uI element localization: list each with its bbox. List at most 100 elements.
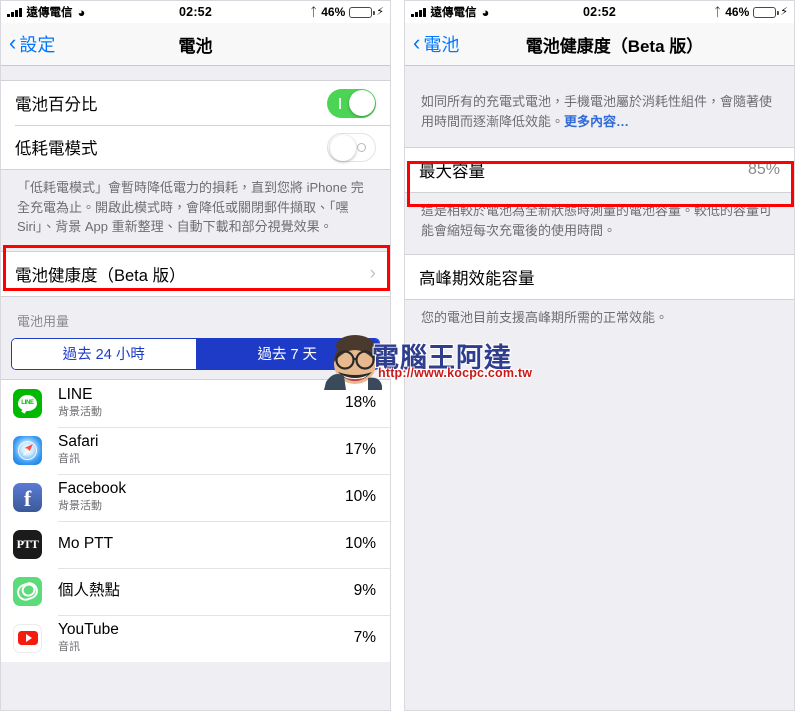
app-battery-percent: 10%	[344, 488, 376, 505]
row-peak-performance: 高峰期效能容量	[405, 255, 794, 299]
list-item[interactable]: 個人熱點 9%	[1, 567, 390, 615]
segment-last-24-hours[interactable]: 過去 24 小時	[12, 338, 196, 369]
app-battery-percent: 10%	[344, 535, 376, 552]
battery-icon	[349, 6, 375, 18]
page-title-battery-health: 電池健康度（Beta 版）	[525, 36, 704, 56]
row-label-peak-performance: 高峰期效能容量	[419, 270, 535, 288]
app-battery-percent: 18%	[344, 394, 376, 411]
status-bar-right-group: ᛏ 46% ⚡	[616, 5, 788, 19]
low-power-mode-note: 「低耗電模式」會暫時降低電力的損耗，直到您將 iPhone 完全充電為止。開啟此…	[17, 180, 364, 234]
nav-bar-left: ‹ 設定 電池	[1, 23, 390, 66]
chevron-left-icon: ‹	[413, 30, 421, 55]
app-text-group: Facebook 背景活動	[58, 480, 345, 513]
app-subtitle: 背景活動	[58, 500, 102, 513]
lightning-bolt-icon: ⚡	[780, 5, 789, 18]
battery-percent-label: 46%	[725, 5, 750, 19]
back-button-settings[interactable]: ‹ 設定	[1, 31, 55, 57]
battery-settings-screen: 遠傳電信 ◕ 02:52 ᛏ 46% ⚡ ‹ 設定 電池 電池百分比 低耗電模式…	[0, 0, 391, 711]
app-subtitle: 音訊	[58, 641, 80, 654]
top-spacer	[405, 66, 794, 84]
facebook-icon: f	[13, 482, 42, 512]
cellular-signal-icon	[7, 7, 22, 17]
app-subtitle: 背景活動	[58, 406, 102, 419]
clock-label: 02:52	[179, 5, 212, 19]
status-bar-left: 遠傳電信 ◕ 02:52 ᛏ 46% ⚡	[1, 1, 390, 23]
row-label-low-power-mode: 低耗電模式	[15, 140, 98, 158]
toggle-low-power-mode[interactable]	[327, 132, 376, 162]
chevron-left-icon: ‹	[9, 30, 17, 55]
app-battery-percent: 7%	[353, 629, 376, 646]
carrier-label: 遠傳電信	[430, 7, 477, 19]
bluetooth-icon: ᛏ	[310, 5, 318, 19]
app-name: Facebook	[58, 480, 127, 498]
screenshot-root: 遠傳電信 ◕ 02:52 ᛏ 46% ⚡ ‹ 設定 電池 電池百分比 低耗電模式…	[0, 0, 800, 711]
battery-content: 電池百分比 低耗電模式 「低耗電模式」會暫時降低電力的損耗，直到您將 iPhon…	[1, 66, 390, 710]
app-text-group: Mo PTT	[58, 535, 345, 554]
app-subtitle: 音訊	[58, 453, 80, 466]
learn-more-link[interactable]: 更多內容…	[564, 114, 629, 129]
cellular-signal-icon	[411, 7, 426, 17]
wifi-icon: ◕	[481, 4, 490, 20]
row-battery-percentage[interactable]: 電池百分比	[1, 81, 390, 125]
max-capacity-note: 這是相較於電池為全新狀態時測量的電池容量。較低的容量可能會縮短每次充電後的使用時…	[421, 203, 773, 238]
hotspot-icon	[13, 576, 42, 606]
app-name: Safari	[58, 433, 99, 451]
line-icon: LINE	[13, 388, 42, 418]
list-item[interactable]: Safari 音訊 17%	[1, 426, 390, 474]
max-capacity-group: 最大容量 85%	[405, 147, 794, 193]
page-title-battery: 電池	[178, 36, 213, 56]
wifi-icon: ◕	[77, 4, 86, 20]
back-button-battery[interactable]: ‹ 電池	[405, 31, 459, 57]
battery-percent-label: 46%	[321, 5, 346, 19]
carrier-label: 遠傳電信	[26, 7, 73, 19]
time-range-segmented-control-wrap: 過去 24 小時 過去 7 天	[1, 335, 390, 379]
row-low-power-mode[interactable]: 低耗電模式	[1, 125, 390, 169]
nav-bar-right: ‹ 電池 電池健康度（Beta 版）	[405, 23, 794, 66]
app-name: 個人熱點	[58, 581, 121, 599]
peak-performance-note: 您的電池目前支援高峰期所需的正常效能。	[421, 310, 669, 325]
row-max-capacity: 最大容量 85%	[405, 148, 794, 192]
chevron-right-icon: ›	[369, 263, 376, 284]
app-text-group: Safari 音訊	[58, 433, 345, 466]
list-item[interactable]: YouTube 音訊 7%	[1, 614, 390, 662]
app-battery-percent: 9%	[353, 582, 376, 599]
lightning-bolt-icon: ⚡	[376, 5, 385, 18]
status-bar-left-group: 遠傳電信 ◕	[7, 4, 179, 20]
row-label-battery-percentage: 電池百分比	[15, 96, 98, 114]
app-name: YouTube	[58, 621, 119, 639]
battery-health-group: 電池健康度（Beta 版） ›	[1, 250, 390, 297]
back-button-label: 設定	[19, 35, 56, 55]
status-bar-right-group: ᛏ 46% ⚡	[212, 5, 384, 19]
app-text-group: YouTube 音訊	[58, 621, 354, 654]
clock-label: 02:52	[583, 5, 616, 19]
row-label-max-capacity: 最大容量	[419, 163, 485, 181]
status-bar-right: 遠傳電信 ◕ 02:52 ᛏ 46% ⚡	[405, 1, 794, 23]
battery-toggles-group: 電池百分比 低耗電模式	[1, 80, 390, 170]
back-button-label: 電池	[423, 35, 460, 55]
battery-icon	[753, 6, 779, 18]
top-spacer	[1, 66, 390, 80]
toggle-battery-percentage[interactable]	[327, 88, 376, 118]
battery-health-intro-note: 如同所有的充電式電池，手機電池屬於消耗性組件，會隨著使用時間而逐漸降低效能。更多…	[405, 84, 794, 141]
app-text-group: 個人熱點	[58, 582, 354, 601]
status-bar-left-group: 遠傳電信 ◕	[411, 4, 583, 20]
battery-usage-header: 電池用量	[17, 313, 70, 329]
list-item[interactable]: f Facebook 背景活動 10%	[1, 473, 390, 521]
safari-icon	[13, 435, 42, 465]
row-label-battery-health: 電池健康度（Beta 版）	[15, 266, 186, 285]
youtube-icon	[13, 623, 42, 653]
battery-health-content: 如同所有的充電式電池，手機電池屬於消耗性組件，會隨著使用時間而逐漸降低效能。更多…	[405, 66, 794, 710]
time-range-segmented-control[interactable]: 過去 24 小時 過去 7 天	[11, 337, 380, 370]
moptt-icon: PTT	[13, 529, 42, 559]
bluetooth-icon: ᛏ	[714, 5, 722, 19]
row-battery-health[interactable]: 電池健康度（Beta 版） ›	[1, 251, 390, 296]
app-usage-list: LINE LINE 背景活動 18% Safari 音訊 17% f Faceb…	[1, 378, 390, 662]
app-battery-percent: 17%	[344, 441, 376, 458]
peak-performance-group: 高峰期效能容量	[405, 254, 794, 300]
list-item[interactable]: LINE LINE 背景活動 18%	[1, 379, 390, 427]
app-name: Mo PTT	[58, 534, 114, 552]
max-capacity-value: 85%	[747, 161, 780, 178]
segment-last-7-days[interactable]: 過去 7 天	[195, 338, 379, 369]
app-text-group: LINE 背景活動	[58, 386, 345, 419]
list-item[interactable]: PTT Mo PTT 10%	[1, 520, 390, 568]
